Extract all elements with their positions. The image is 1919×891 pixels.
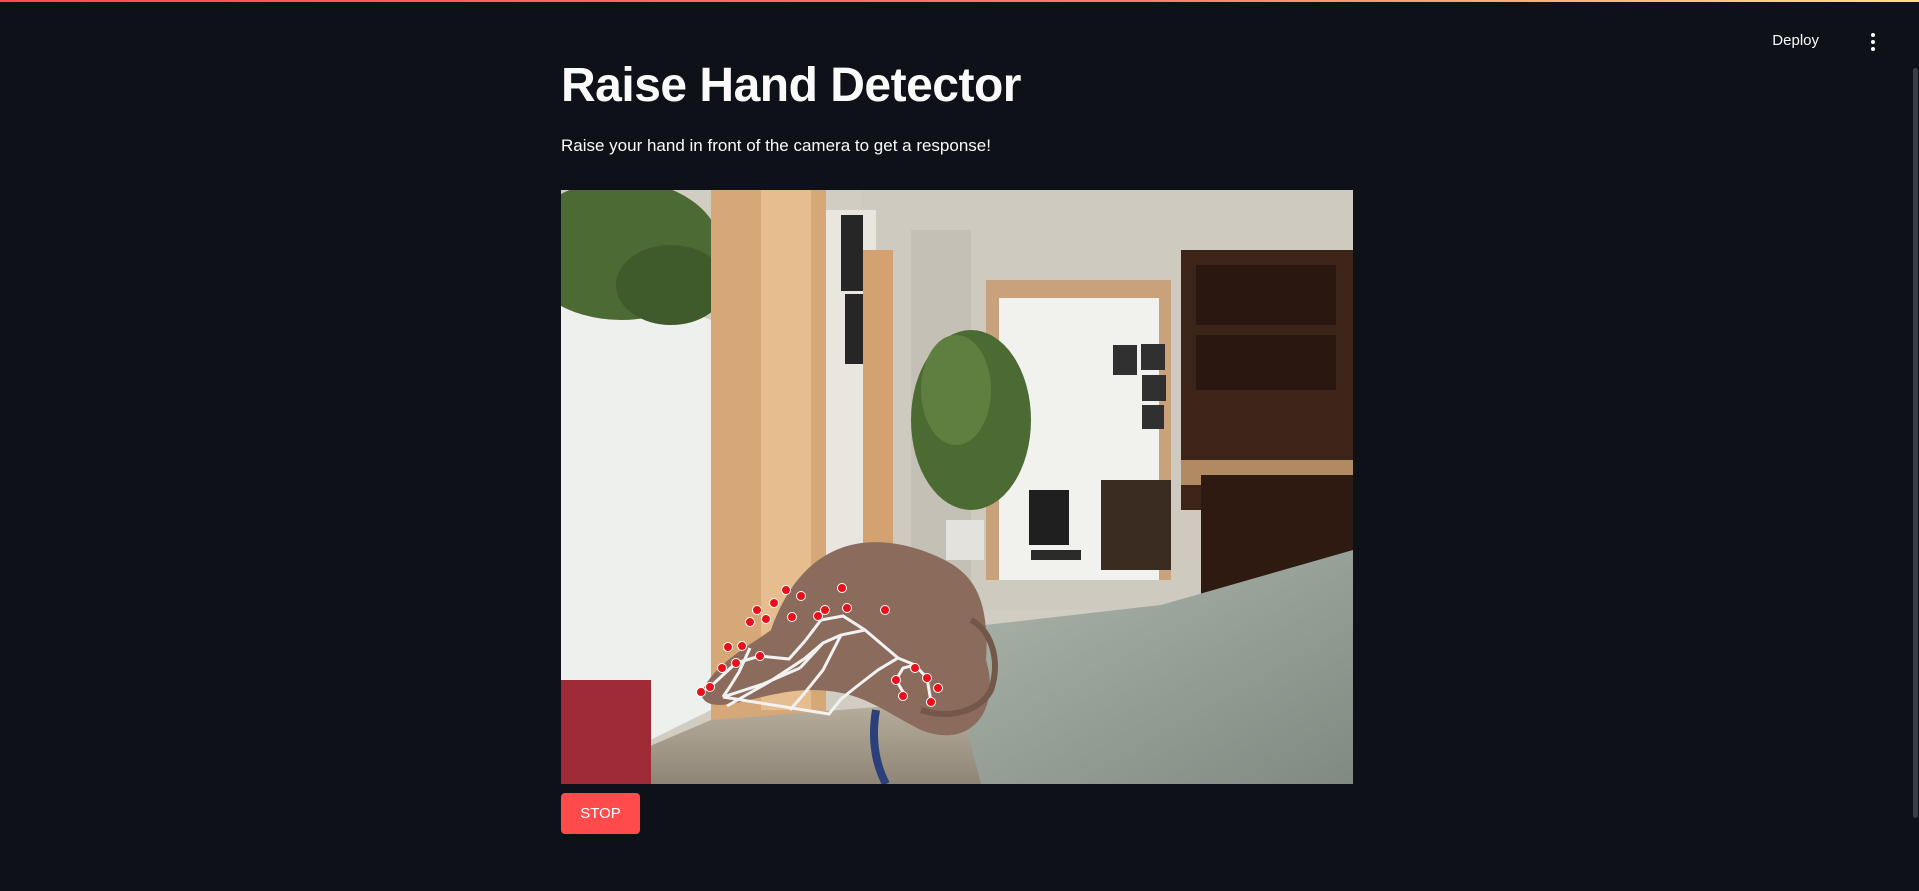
page-title: Raise Hand Detector bbox=[561, 59, 1021, 112]
page-subtitle: Raise your hand in front of the camera t… bbox=[561, 136, 991, 155]
deploy-button[interactable]: Deploy bbox=[1766, 28, 1825, 53]
stop-button[interactable]: STOP bbox=[561, 793, 640, 834]
vertical-ellipsis-icon[interactable] bbox=[1863, 30, 1883, 54]
scrollbar[interactable] bbox=[1913, 68, 1918, 818]
webcam-video-feed bbox=[561, 190, 1353, 784]
webcam-frame-image bbox=[561, 190, 1353, 784]
